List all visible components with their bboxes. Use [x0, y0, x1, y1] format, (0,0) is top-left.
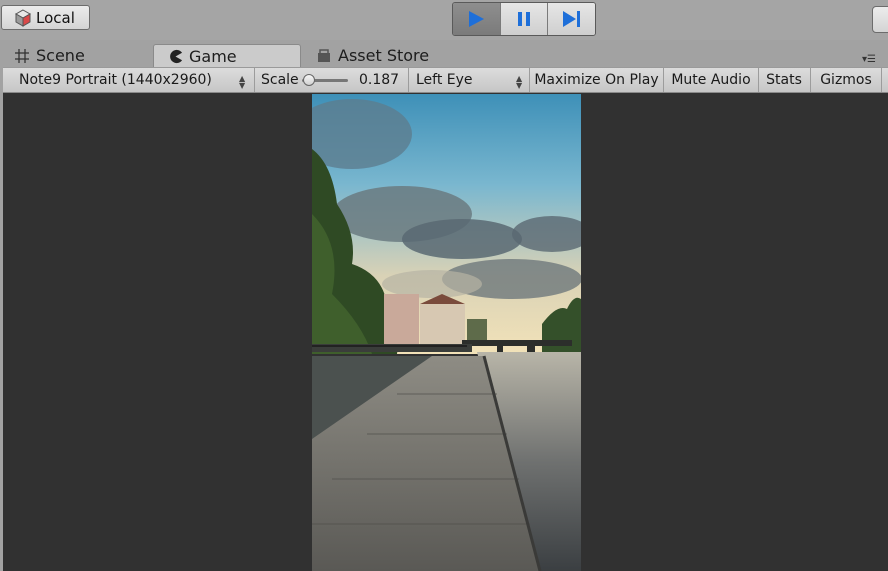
panel-menu-icon[interactable]: ▾☰ — [862, 54, 876, 65]
stats-toggle[interactable]: Stats — [759, 68, 809, 92]
scale-slider-knob[interactable] — [303, 74, 315, 86]
cube-icon — [14, 8, 32, 27]
scale-control: Scale 0.187 — [257, 68, 407, 92]
divider — [881, 68, 882, 92]
collab-button[interactable] — [872, 6, 888, 33]
mute-audio-toggle[interactable]: Mute Audio — [664, 68, 758, 92]
divider — [254, 68, 255, 92]
pause-icon — [518, 12, 530, 26]
step-icon — [562, 11, 580, 27]
resolution-dropdown[interactable]: Note9 Portrait (1440x2960) ▲ ▼ — [11, 68, 251, 92]
stats-label: Stats — [766, 72, 802, 88]
tab-scene-label: Scene — [36, 46, 85, 65]
step-button[interactable] — [547, 3, 595, 35]
play-controls — [452, 2, 596, 36]
dropdown-arrows-icon: ▲ ▼ — [516, 74, 523, 90]
dropdown-arrows-icon: ▲ ▼ — [239, 74, 246, 90]
resolution-label: Note9 Portrait (1440x2960) — [19, 72, 212, 88]
tab-scene[interactable]: Scene — [14, 44, 134, 67]
local-label: Local — [36, 8, 75, 27]
grid-icon — [15, 48, 29, 63]
tab-bar: Scene Game Asset Store — [0, 40, 888, 67]
local-button[interactable]: Local — [1, 5, 90, 30]
tab-game-label: Game — [189, 46, 237, 66]
mute-label: Mute Audio — [671, 72, 751, 88]
tab-game[interactable]: Game — [153, 44, 301, 67]
divider — [408, 68, 409, 92]
tab-asset-store[interactable]: Asset Store — [316, 44, 496, 67]
scale-value: 0.187 — [359, 72, 400, 88]
play-icon — [469, 11, 485, 27]
gizmos-dropdown[interactable]: Gizmos — [811, 68, 881, 92]
scale-label: Scale — [261, 72, 299, 88]
tab-asset-store-label: Asset Store — [338, 46, 430, 65]
eye-label: Left Eye — [416, 72, 473, 88]
maximize-on-play-toggle[interactable]: Maximize On Play — [530, 68, 663, 92]
pacman-icon — [170, 49, 183, 63]
gizmos-label: Gizmos — [820, 72, 872, 88]
main-toolbar: Local — [0, 0, 888, 40]
game-toolbar: Note9 Portrait (1440x2960) ▲ ▼ Scale 0.18… — [3, 67, 888, 93]
store-icon — [318, 48, 330, 62]
pause-button[interactable] — [499, 3, 548, 35]
maximize-label: Maximize On Play — [534, 72, 659, 88]
game-viewport-image — [312, 94, 581, 571]
play-button[interactable] — [453, 3, 500, 35]
eye-dropdown[interactable]: Left Eye ▲ ▼ — [412, 68, 529, 92]
